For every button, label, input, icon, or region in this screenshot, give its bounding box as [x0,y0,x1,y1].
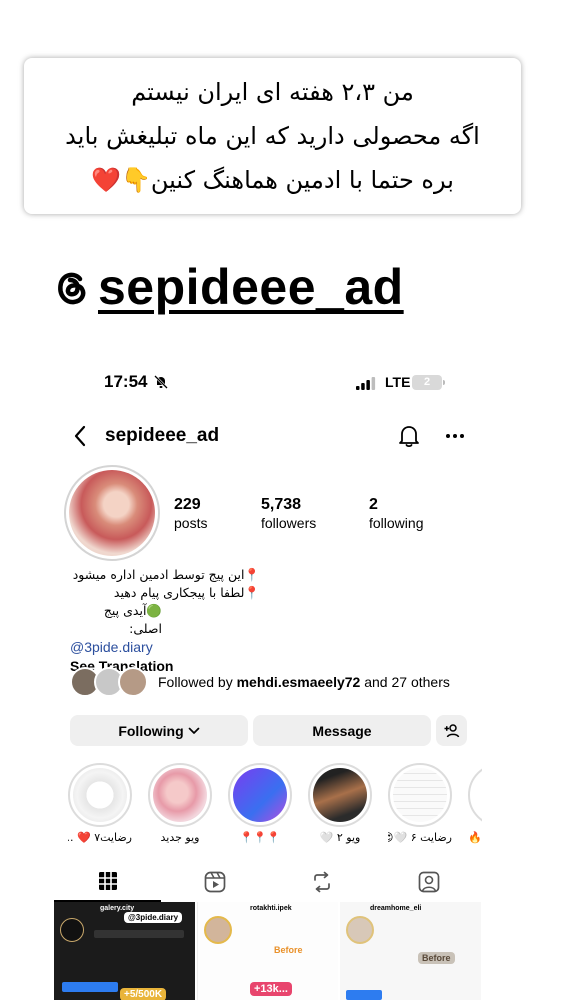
posts-value: 229 [174,496,201,513]
posts-count[interactable]: 229 posts [174,496,207,531]
following-label: following [369,515,424,531]
highlight-cover [233,768,287,822]
battery-icon: 2 [412,375,445,390]
profile-screenshot: 17:54 LTE 2 sepideee_ad 229 posts 5,738 … [54,350,482,1000]
post-avatar [346,916,374,944]
story-highlight[interactable]: 📍📍📍 [228,763,292,844]
grid-post[interactable]: dreamhome_eli Before [340,902,481,1000]
tab-reposts[interactable] [268,862,375,902]
caption-line-3: بره حتما با ادمین هماهنگ کنین👇❤️ [91,166,454,194]
highlight-label: ویو جدید [160,831,200,844]
post-mention-tag: @3pide.diary [124,912,183,923]
repost-icon [313,871,330,893]
suggested-users-button[interactable] [436,715,467,746]
posts-label: posts [174,515,208,531]
post-price-tag: +13k... [250,982,292,996]
highlight-cover [313,768,367,822]
chevron-down-icon [188,727,200,734]
followers-label: followers [261,515,317,531]
status-bar: 17:54 LTE 2 [54,372,482,396]
highlight-label: 🔥🔥 [468,831,482,844]
followers-count[interactable]: 5,738 followers [261,496,316,531]
followed-by-text: Followed by mehdi.esmaeely72 and 27 othe… [158,674,450,690]
following-button[interactable]: Following [70,715,248,746]
followed-by-user: mehdi.esmaeely72 [236,674,361,690]
threads-logo-icon [58,272,86,305]
story-highlight[interactable]: ویو جدید [148,763,212,844]
bio-line-2: 📍لطفا با پیجکاری پیام دهید [113,585,260,600]
story-highlight[interactable]: 🔥🔥 [468,763,482,844]
grid-icon [98,872,117,890]
tab-posts-grid[interactable] [54,862,161,902]
story-highlight[interactable]: رضایت ۶ 🤍😍 [388,763,452,844]
bio-link[interactable]: @3pide.diary [70,638,470,656]
highlight-cover [473,768,482,822]
threads-handle-sticker[interactable]: sepideee_ad [28,238,468,336]
handle-text: sepideee_ad [98,259,404,315]
highlight-label: رضایت ۶ 🤍😍 [388,831,452,844]
followed-by-prefix: Followed by [158,674,237,690]
highlight-label: رضایت۷ ❤️ ... [68,831,132,844]
profile-tabs [54,862,482,902]
network-type: LTE [385,374,411,390]
message-button[interactable]: Message [253,715,431,746]
post-account-name: dreamhome_eli [370,905,422,912]
more-options-icon[interactable] [445,433,465,439]
followed-by-row[interactable]: Followed by mehdi.esmaeely72 and 27 othe… [70,667,470,699]
page-title: sepideee_ad [105,425,220,446]
highlight-cover [73,768,127,822]
highlight-label: 📍📍📍 [239,831,281,844]
post-avatar [204,916,232,944]
post-before-label: Before [274,945,303,955]
post-before-label: Before [418,952,455,964]
bio-line-1: 📍این پیج توسط ادمین اداره میشود [72,567,260,582]
profile-avatar[interactable] [64,465,160,561]
following-value: 2 [369,496,378,513]
following-button-label: Following [118,722,184,739]
profile-header: sepideee_ad [54,420,482,452]
status-time: 17:54 [104,372,148,391]
tab-reels[interactable] [161,862,268,902]
post-price-tag: +5/500K [120,988,167,1000]
highlight-cover [153,768,207,822]
story-highlight[interactable]: رضایت۷ ❤️ ... [68,763,132,844]
bell-slash-icon [154,375,168,389]
post-follow-bar [62,982,118,992]
caption-line-2: اگه محصولی دارید که این ماه تبلیغش باید [65,122,480,150]
highlight-cover [393,768,447,822]
post-follow-bar [346,990,382,1000]
highlight-label: ویو ۲ 🤍 [319,831,361,844]
story-highlight[interactable]: ویو ۲ 🤍 [308,763,372,844]
bell-icon[interactable] [398,424,420,448]
caption-line-1: من ۲،۳ هفته ای ایران نیستم [131,78,414,106]
follower-avatar [118,667,148,697]
reels-icon [204,871,225,893]
post-account-name: rotakhti.ipek [250,905,292,912]
followed-by-suffix: and 27 others [360,674,450,690]
profile-bio: 📍این پیج توسط ادمین اداره میشود 📍لطفا با… [70,566,470,675]
grid-post[interactable]: galery.city @3pide.diary +5/500K [54,902,195,1000]
grid-post[interactable]: rotakhti.ipek Before +13k... [197,902,338,1000]
post-stats-bar [94,930,184,938]
tab-tagged[interactable] [375,862,482,902]
followers-value: 5,738 [261,496,302,513]
chevron-left-icon[interactable] [72,424,88,448]
cellular-signal-icon [356,377,376,390]
add-user-icon [444,723,459,737]
posts-grid: galery.city @3pide.diary +5/500K rotakht… [54,902,482,1000]
message-button-label: Message [312,722,372,739]
following-count[interactable]: 2 following [369,496,423,531]
post-account-name: galery.city [100,905,135,912]
post-avatar [60,918,84,942]
avatar-image [69,470,155,556]
tagged-person-icon [418,871,439,893]
bio-line-3: 🟢آیدی پیج اصلی: [103,603,162,636]
story-caption: من ۲،۳ هفته ای ایران نیستم اگه محصولی دا… [24,58,521,214]
